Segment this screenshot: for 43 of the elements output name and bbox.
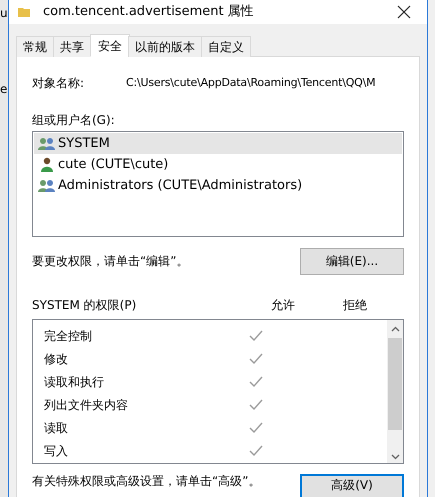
object-name-value: C:\Users\cute\AppData\Roaming\Tencent\QQ\M [126, 74, 376, 91]
check-icon [249, 422, 263, 433]
check-icon [249, 399, 263, 410]
permission-name: 读取 [43, 420, 69, 436]
scroll-up-icon[interactable] [390, 326, 400, 332]
permission-name: 修改 [43, 350, 69, 368]
deny-header: 拒绝 [343, 297, 367, 314]
edit-hint: 要更改权限，请单击“编辑”。 [32, 253, 188, 270]
tab[interactable]: 安全 [90, 34, 130, 57]
permission-name: 列出文件夹内容 [43, 396, 129, 414]
user-list-item[interactable]: Administrators (CUTE\Administrators) [34, 175, 402, 196]
permission-name: 读取和执行 [43, 374, 105, 390]
tab[interactable]: 常规 [16, 36, 54, 57]
check-icon [249, 445, 263, 456]
advanced-hint: 有关特殊权限或高级设置，请单击“高级”。 [32, 473, 260, 490]
background-text: u [0, 7, 8, 19]
close-icon[interactable] [397, 5, 411, 19]
permission-name: 完全控制 [43, 328, 93, 344]
window-title: com.tencent.advertisement 属性 [43, 3, 254, 22]
tab[interactable]: 自定义 [201, 36, 251, 57]
permission-name: 写入 [43, 442, 69, 460]
background-text: e [0, 83, 8, 95]
check-icon [249, 376, 263, 387]
allow-header: 允许 [271, 297, 296, 314]
group-label: 组或用户名(G): [32, 112, 116, 129]
tab[interactable]: 共享 [53, 36, 91, 57]
advanced-button[interactable]: 高级(V) [300, 474, 404, 497]
user-list-item[interactable]: cute (CUTE\cute) [34, 154, 402, 175]
check-icon [249, 330, 263, 341]
users-icon [38, 178, 55, 192]
scrollbar-thumb[interactable] [388, 338, 402, 430]
object-name-label: 对象名称: [32, 75, 86, 92]
user-icon [40, 157, 52, 172]
scroll-down-icon[interactable] [390, 454, 400, 460]
tab[interactable]: 以前的版本 [128, 36, 202, 57]
check-icon [249, 353, 263, 364]
users-icon [38, 136, 55, 150]
user-list-item[interactable]: SYSTEM [34, 133, 402, 154]
permissions-label: SYSTEM 的权限(P) [32, 297, 138, 314]
edit-button[interactable]: 编辑(E)... [300, 248, 404, 274]
folder-icon [17, 5, 31, 19]
scrollbar[interactable] [387, 320, 403, 463]
user-list[interactable]: SYSTEM cute (CUTE\cute) Administrators (CUTE\Administrators) [32, 131, 404, 237]
